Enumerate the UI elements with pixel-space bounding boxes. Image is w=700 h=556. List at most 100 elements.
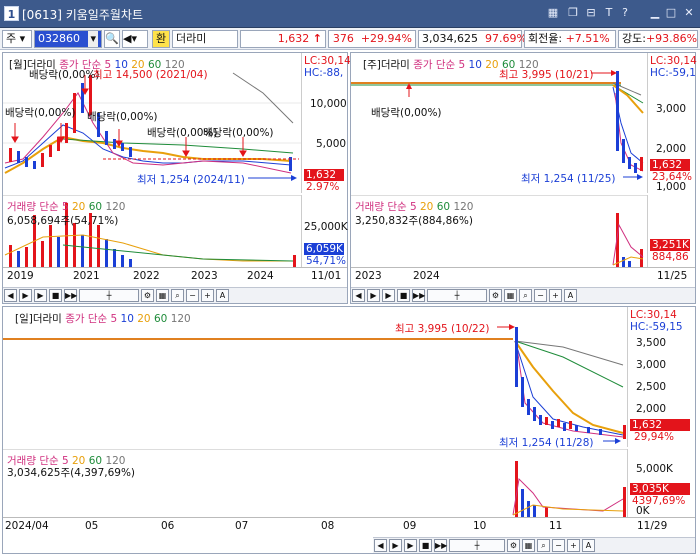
weekly-price-tag: 1,632 <box>650 159 690 171</box>
favorite-badge[interactable]: 환 <box>152 30 170 48</box>
scroll-left-icon[interactable]: ◀ <box>352 289 365 302</box>
zoom-in-icon[interactable]: + <box>567 539 580 552</box>
monthly-vol-ma20: 20 <box>72 201 86 213</box>
daily-controls: ◀ ▶ ▶ ■ ▶▶ ┼ ⚙ ▦ ⌕ − + A <box>373 537 695 553</box>
stock-name: 더라미 <box>172 30 238 48</box>
monthly-price-tag: 1,632 <box>304 169 344 181</box>
daily-header: [일]더라미 종가 단순 5 10 20 60 120 <box>15 311 191 326</box>
zoom-slider[interactable]: ┼ <box>427 289 487 302</box>
turnover-field: 회전율: +7.51% <box>524 30 616 48</box>
stop-icon[interactable]: ■ <box>419 539 432 552</box>
weekly-lc: LC:30,14 <box>650 55 697 67</box>
code-value: 032860 <box>38 32 80 45</box>
monthly-lc: LC:30,14 <box>304 55 351 67</box>
weekly-tick-3000: 3,000 <box>656 103 687 115</box>
font-icon[interactable]: T <box>602 6 616 20</box>
daily-tick-2500: 2,500 <box>636 381 667 393</box>
monthly-volume-header: 거래량 단순 5 20 60 120 <box>7 199 125 214</box>
zoom-in-icon[interactable]: + <box>201 289 214 302</box>
daily-vol-tick-0k: 0K <box>636 505 650 517</box>
daily-vol-tick-5000k: 5,000K <box>636 463 673 475</box>
stop-icon[interactable]: ■ <box>397 289 410 302</box>
monthly-vol-ma60: 60 <box>88 201 103 213</box>
help-icon[interactable]: ? <box>618 6 632 20</box>
weekly-title: [주]더라미 <box>363 59 410 71</box>
market-select[interactable]: 주 ▾ <box>2 30 32 48</box>
settings-icon[interactable]: ⚙ <box>507 539 520 552</box>
volume-value: 3,034,625 <box>422 32 478 45</box>
window-title: [0613] 키움일주월차트 <box>22 8 143 22</box>
sound-icon[interactable]: ◀▾ <box>122 30 148 48</box>
monthly-high-note: 최고 14,500 (2021/04) <box>93 69 208 81</box>
daily-ma60: 60 <box>153 313 168 325</box>
zoom-icon[interactable]: ⌕ <box>171 289 184 302</box>
turnover-value: +7.51% <box>565 32 610 45</box>
minimize-icon[interactable]: ▁ <box>648 6 662 20</box>
text-icon[interactable]: A <box>582 539 595 552</box>
change-value: 376 <box>332 32 354 45</box>
zoom-slider[interactable]: ┼ <box>449 539 505 552</box>
monthly-vol-tick: 25,000K <box>304 221 348 233</box>
settings-icon[interactable]: ⚙ <box>141 289 154 302</box>
zoom-in-icon[interactable]: + <box>549 289 562 302</box>
daily-date-apr: 2024/04 <box>5 520 49 532</box>
step-forward-icon[interactable]: ▶ <box>19 289 32 302</box>
daily-price-tag: 1,632 <box>630 419 690 431</box>
daily-low-note: 최저 1,254 (11/28) <box>499 437 594 449</box>
step-forward-icon[interactable]: ▶ <box>367 289 380 302</box>
weekly-hc: HC:-59,1 <box>650 67 696 79</box>
pin-icon[interactable]: ⊟ <box>584 6 598 20</box>
monthly-vol-ma120: 120 <box>105 201 126 213</box>
weekly-vol-tag: 3,251K <box>650 239 690 251</box>
monthly-chart-panel: [월]더라미 종가 단순 5 10 20 60 120 배당락(0,00%) 최… <box>2 52 351 304</box>
zoom-out-icon[interactable]: − <box>186 289 199 302</box>
weekly-date-2024: 2024 <box>413 270 440 282</box>
daily-ma-label: 종가 단순 5 <box>65 313 118 325</box>
search-icon[interactable]: 🔍 <box>104 30 120 48</box>
code-input[interactable]: 032860 ▾ <box>34 30 102 48</box>
play-icon[interactable]: ▶ <box>382 289 395 302</box>
daily-date-aug: 08 <box>321 520 335 532</box>
fast-forward-icon[interactable]: ▶▶ <box>412 289 425 302</box>
zoom-out-icon[interactable]: − <box>534 289 547 302</box>
daily-date-jun: 06 <box>161 520 175 532</box>
text-icon[interactable]: A <box>216 289 229 302</box>
grid-icon[interactable]: ▦ <box>156 289 169 302</box>
grid-icon[interactable]: ▦ <box>504 289 517 302</box>
code-dropdown-icon[interactable]: ▾ <box>88 31 98 47</box>
maximize-icon[interactable]: □ <box>664 6 678 20</box>
monthly-date-2021: 2021 <box>73 270 100 282</box>
copy-icon[interactable]: ❐ <box>566 6 580 20</box>
play-icon[interactable]: ▶ <box>34 289 47 302</box>
monthly-date-axis: 2019 2021 2022 2023 2024 11/01 <box>3 267 347 285</box>
zoom-icon[interactable]: ⌕ <box>519 289 532 302</box>
monthly-vol-tag: 6,059K <box>304 243 344 255</box>
scroll-left-icon[interactable]: ◀ <box>374 539 387 552</box>
weekly-tick-2000: 2,000 <box>656 143 687 155</box>
strength-label: 강도: <box>622 32 646 45</box>
play-icon[interactable]: ▶ <box>404 539 417 552</box>
stop-icon[interactable]: ■ <box>49 289 62 302</box>
zoom-icon[interactable]: ⌕ <box>537 539 550 552</box>
step-forward-icon[interactable]: ▶ <box>389 539 402 552</box>
zoom-out-icon[interactable]: − <box>552 539 565 552</box>
settings-icon[interactable]: ⚙ <box>489 289 502 302</box>
weekly-ma10: 10 <box>468 59 482 71</box>
grid-icon[interactable]: ▦ <box>522 539 535 552</box>
daily-price-canvas[interactable] <box>3 307 627 447</box>
daily-date-oct: 10 <box>473 520 487 532</box>
fast-forward-icon[interactable]: ▶▶ <box>434 539 447 552</box>
daily-ma10: 10 <box>120 313 134 325</box>
fast-forward-icon[interactable]: ▶▶ <box>64 289 77 302</box>
scroll-left-icon[interactable]: ◀ <box>4 289 17 302</box>
toolbar: 주 ▾ 032860 ▾ 🔍 ◀▾ 환 더라미 1,632 ↑ 376 +29.9… <box>0 28 700 50</box>
monthly-dividend-3: 배당락(0,00%) <box>87 111 158 123</box>
zoom-slider[interactable]: ┼ <box>79 289 139 302</box>
monthly-dividend-5: 배당락(0,00%) <box>203 127 274 139</box>
change-rate: +29.94% <box>360 32 412 45</box>
text-icon[interactable]: A <box>564 289 577 302</box>
monthly-price-axis: LC:30,14 HC:-88, 10,000 5,000 1,632 2.97… <box>301 53 351 193</box>
monthly-date-2022: 2022 <box>133 270 160 282</box>
link-icon[interactable]: ▦ <box>546 6 560 20</box>
close-icon[interactable]: ✕ <box>682 6 696 20</box>
